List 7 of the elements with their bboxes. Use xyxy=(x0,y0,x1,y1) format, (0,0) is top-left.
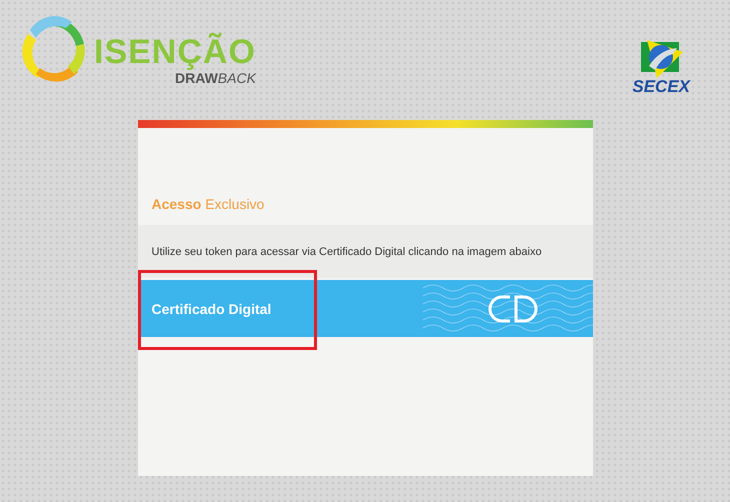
brand-title: ISENÇÃO xyxy=(94,34,256,70)
card-heading: Acesso Exclusivo xyxy=(150,196,266,214)
instruction-text: Utilize seu token para acessar via Certificado Digital clicando na imagem abaixo xyxy=(152,246,542,258)
agency-name: SECEX xyxy=(632,78,690,96)
flag-emblem-icon xyxy=(639,38,684,78)
cd-logo-icon xyxy=(488,294,540,324)
brand-subtitle: DRAWBACK xyxy=(175,70,256,86)
